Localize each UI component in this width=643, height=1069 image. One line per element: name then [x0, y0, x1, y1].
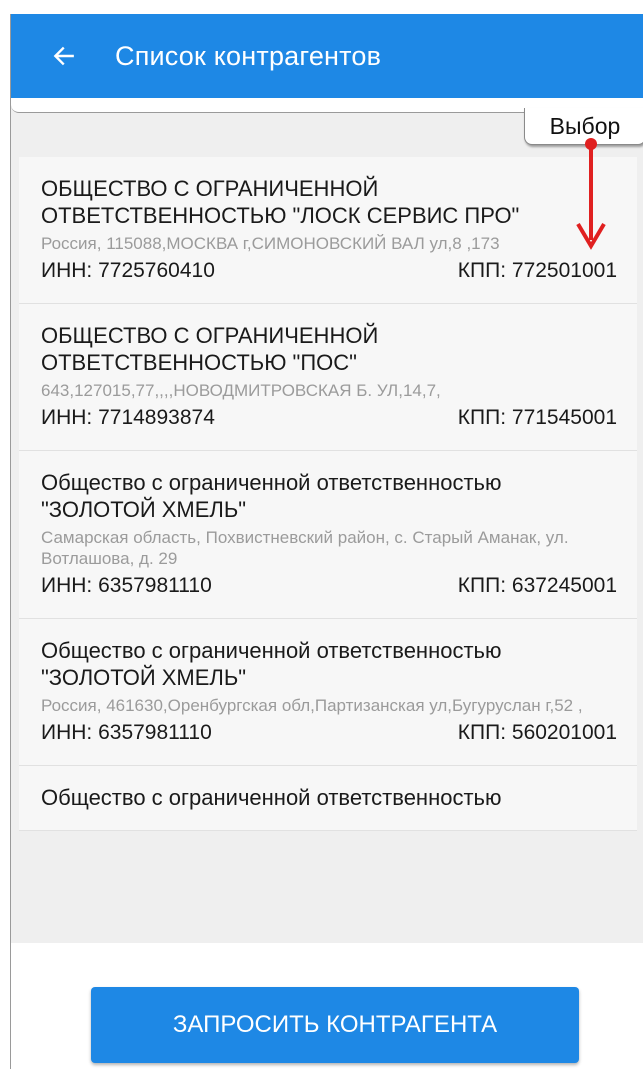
- contractor-item[interactable]: ОБЩЕСТВО С ОГРАНИЧЕННОЙ ОТВЕТСТВЕННОСТЬЮ…: [19, 304, 637, 451]
- contractor-codes: ИНН: 7714893874 КПП: 771545001: [41, 405, 617, 431]
- contractor-list[interactable]: ОБЩЕСТВО С ОГРАНИЧЕННОЙ ОТВЕТСТВЕННОСТЬЮ…: [19, 157, 637, 943]
- contractor-codes: ИНН: 6357981110 КПП: 560201001: [41, 720, 617, 746]
- contractor-item[interactable]: Общество с ограниченной ответственностью…: [19, 619, 637, 766]
- contractor-kpp: КПП: 771545001: [457, 406, 617, 429]
- contractor-name: Общество с ограниченной ответственностью…: [41, 470, 502, 522]
- contractor-name: ОБЩЕСТВО С ОГРАНИЧЕННОЙ ОТВЕТСТВЕННОСТЬЮ…: [41, 323, 379, 375]
- contractor-address: Россия, 461630,Оренбургская обл,Партизан…: [41, 696, 583, 715]
- contractor-inn: ИНН: 7725760410: [41, 259, 215, 282]
- contractor-item[interactable]: Общество с ограниченной ответственностью…: [19, 451, 637, 619]
- app-frame: Список контрагентов Выбор ОБЩЕСТВО С ОГР…: [10, 14, 643, 1069]
- contractor-kpp: КПП: 637245001: [457, 574, 617, 597]
- contractor-address: Россия, 115088,МОСКВА г,СИМОНОВСКИЙ ВАЛ …: [41, 234, 500, 253]
- contractor-name: Общество с ограниченной ответственностью…: [41, 638, 502, 690]
- app-bar: Список контрагентов: [11, 14, 643, 98]
- contractor-item[interactable]: Общество с ограниченной ответственностью: [19, 766, 637, 831]
- select-tab[interactable]: Выбор: [524, 108, 643, 145]
- contractor-codes: ИНН: 6357981110 КПП: 637245001: [41, 573, 617, 599]
- contractor-inn: ИНН: 7714893874: [41, 406, 215, 429]
- request-contractor-button[interactable]: ЗАПРОСИТЬ КОНТРАГЕНТА: [91, 987, 579, 1063]
- contractor-inn: ИНН: 6357981110: [41, 721, 212, 744]
- contractor-name: ОБЩЕСТВО С ОГРАНИЧЕННОЙ ОТВЕТСТВЕННОСТЬЮ…: [41, 176, 520, 228]
- contractor-item[interactable]: ОБЩЕСТВО С ОГРАНИЧЕННОЙ ОТВЕТСТВЕННОСТЬЮ…: [19, 157, 637, 304]
- contractor-kpp: КПП: 560201001: [457, 721, 617, 744]
- back-arrow-icon[interactable]: [51, 43, 77, 69]
- page-title: Список контрагентов: [115, 40, 382, 71]
- contractor-codes: ИНН: 7725760410 КПП: 772501001: [41, 258, 617, 284]
- contractor-address: 643,127015,77,,,,НОВОДМИТРОВСКАЯ Б. УЛ,1…: [41, 381, 441, 400]
- bottom-bar: ЗАПРОСИТЬ КОНТРАГЕНТА: [11, 943, 643, 1069]
- contractor-address: Самарская область, Похвистневский район,…: [41, 528, 569, 568]
- contractor-inn: ИНН: 6357981110: [41, 574, 212, 597]
- contractor-kpp: КПП: 772501001: [457, 259, 617, 282]
- contractor-name: Общество с ограниченной ответственностью: [41, 785, 502, 810]
